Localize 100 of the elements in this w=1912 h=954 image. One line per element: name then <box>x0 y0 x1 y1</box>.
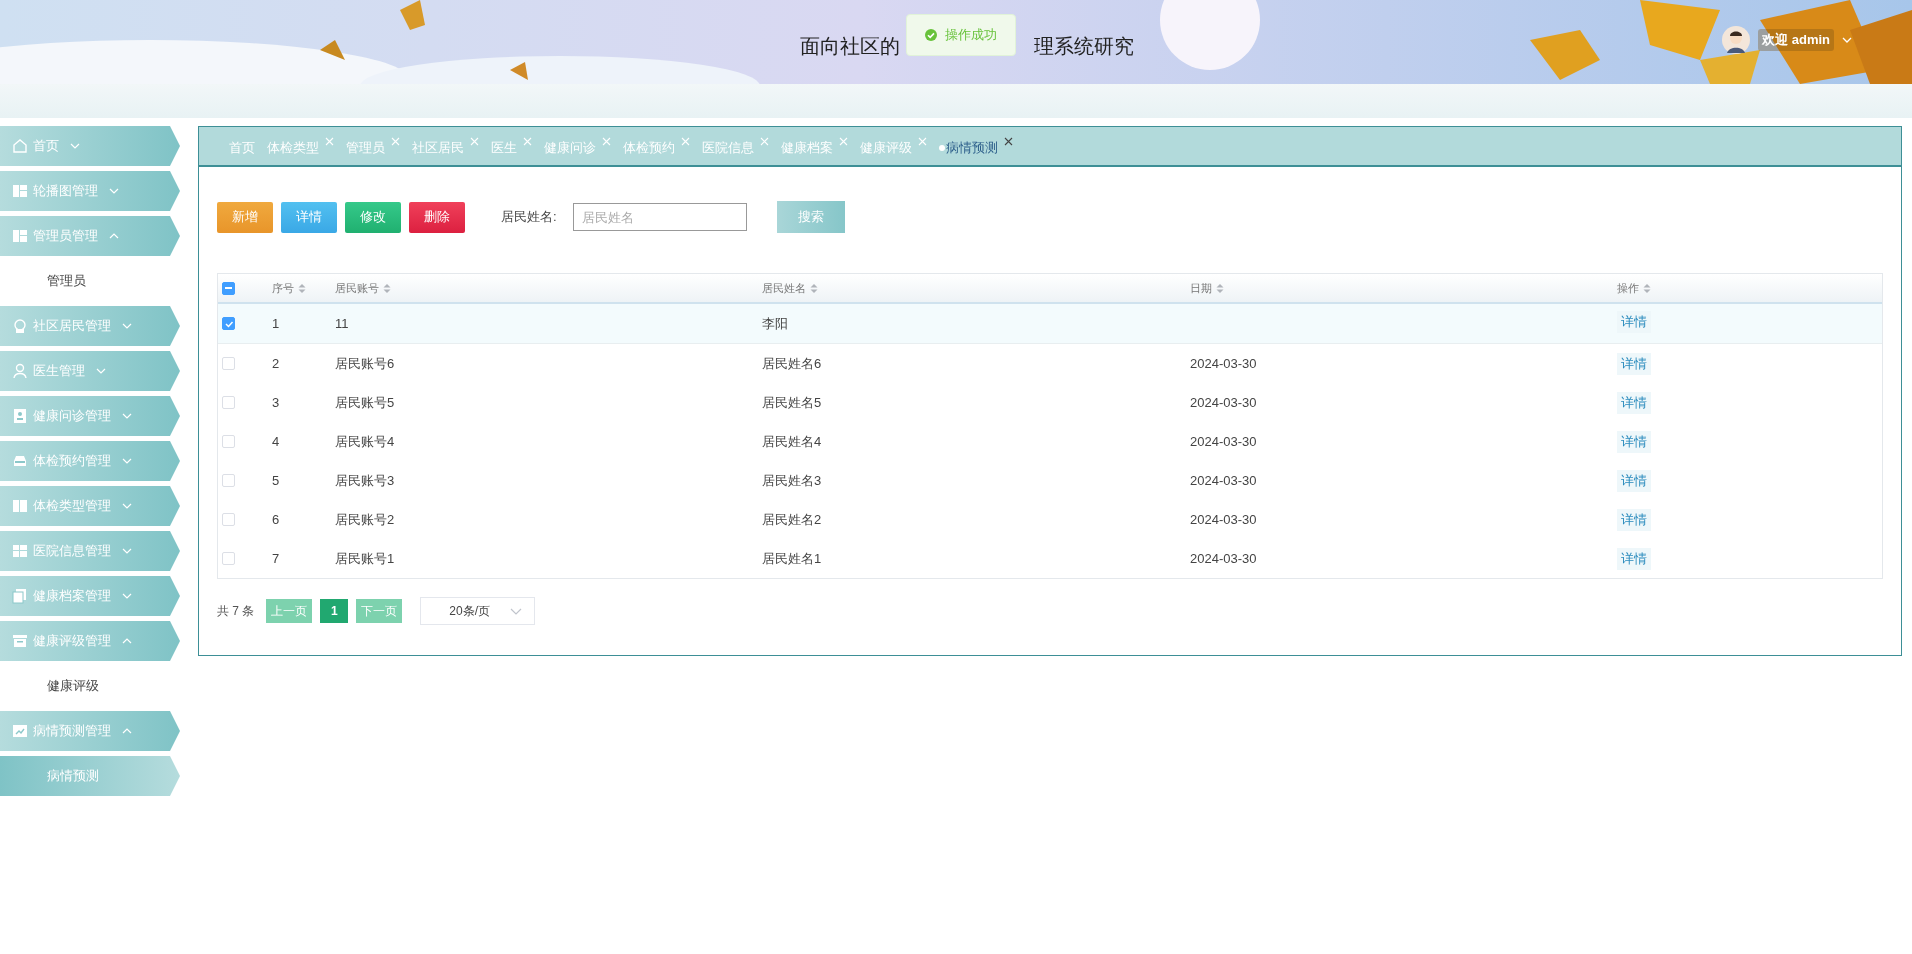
menu-icon <box>12 408 28 424</box>
tab[interactable]: 医院信息 <box>702 135 769 157</box>
table-cell: 5 <box>272 473 280 488</box>
menu-icon <box>12 498 28 514</box>
chevron-down-icon <box>122 592 132 600</box>
select-all-checkbox[interactable] <box>222 281 235 295</box>
search-button[interactable]: 搜索 <box>776 201 845 233</box>
table-cell: 2024-03-30 <box>1190 473 1257 488</box>
menu-item[interactable]: 社区居民管理 <box>0 306 180 346</box>
menu-icon <box>12 183 28 199</box>
active-dot-icon <box>939 144 945 151</box>
column-header[interactable]: 日期 <box>1190 280 1212 296</box>
column-header[interactable]: 居民姓名 <box>762 280 806 296</box>
menu-icon <box>12 723 28 739</box>
chevron-down-icon <box>510 607 523 615</box>
page-size-select[interactable]: 20条/页 <box>420 597 536 625</box>
menu-item[interactable]: 体检预约管理 <box>0 441 180 481</box>
menu-item[interactable]: 医生管理 <box>0 351 180 391</box>
detail-link[interactable]: 详情 <box>1617 310 1651 333</box>
menu-item[interactable]: 管理员管理 <box>0 216 180 256</box>
delete-button[interactable]: 删除 <box>409 201 465 233</box>
submenu-item[interactable]: 健康评级 <box>0 666 180 706</box>
menu-label: 健康评级管理 <box>33 632 111 650</box>
menu-item[interactable]: 病情预测管理 <box>0 711 180 751</box>
menu-item[interactable]: 首页 <box>0 126 180 166</box>
menu-icon <box>12 318 28 334</box>
prev-page-button[interactable]: 上一页 <box>266 599 313 623</box>
sort-icon <box>810 283 818 293</box>
chevron-up-icon <box>109 232 119 240</box>
page-number[interactable]: 1 <box>320 599 349 623</box>
sort-icon <box>1643 283 1651 293</box>
chevron-down-icon <box>109 187 119 195</box>
table-cell: 4 <box>272 434 280 449</box>
edit-button[interactable]: 修改 <box>345 201 401 233</box>
menu-item[interactable]: 健康评级管理 <box>0 621 180 661</box>
detail-link[interactable]: 详情 <box>1617 391 1651 414</box>
table-cell: 7 <box>272 551 280 566</box>
submenu-item[interactable]: 管理员 <box>0 261 180 301</box>
tab[interactable]: 病情预测 <box>939 135 1013 157</box>
tab[interactable]: 医生 <box>491 135 532 157</box>
next-page-button[interactable]: 下一页 <box>356 599 403 623</box>
table-cell: 居民姓名1 <box>762 549 822 568</box>
table-cell: 1 <box>272 316 280 331</box>
table-cell: 居民姓名4 <box>762 432 822 451</box>
chevron-down-icon <box>122 322 132 330</box>
tab[interactable]: 管理员 <box>346 135 400 157</box>
menu-label: 社区居民管理 <box>33 317 111 335</box>
add-button[interactable]: 新增 <box>217 201 273 233</box>
search-field[interactable]: 居民姓名 <box>572 203 747 231</box>
sort-icon <box>298 283 306 293</box>
table-cell: 2024-03-30 <box>1190 356 1257 371</box>
chevron-up-icon <box>122 727 132 735</box>
detail-button[interactable]: 详情 <box>281 201 337 233</box>
table-cell: 6 <box>272 512 280 527</box>
tab[interactable]: 体检预约 <box>623 135 690 157</box>
table-cell: 居民姓名5 <box>762 393 822 412</box>
chevron-down-icon <box>122 547 132 555</box>
sort-icon <box>1216 283 1224 293</box>
menu-label: 健康档案管理 <box>33 587 111 605</box>
column-header[interactable]: 序号 <box>272 280 294 296</box>
table-cell: 居民姓名2 <box>762 510 822 529</box>
menu-item[interactable]: 体检类型管理 <box>0 486 180 526</box>
avatar-icon <box>1722 26 1751 54</box>
submenu-item[interactable]: 病情预测 <box>0 756 180 796</box>
menu-label: 医生管理 <box>33 362 85 380</box>
chevron-up-icon <box>122 637 132 645</box>
tab[interactable]: 健康档案 <box>781 135 848 157</box>
total-count: 共 7 条 <box>217 602 255 620</box>
table-cell: 居民账号6 <box>335 354 395 373</box>
detail-link[interactable]: 详情 <box>1617 508 1651 531</box>
tab[interactable]: 体检类型 <box>267 135 334 157</box>
menu-item[interactable]: 医院信息管理 <box>0 531 180 571</box>
tab[interactable]: 健康问诊 <box>544 135 611 157</box>
column-header[interactable]: 操作 <box>1617 280 1639 296</box>
table-cell: 居民账号4 <box>335 432 395 451</box>
row-checkbox[interactable] <box>222 317 235 330</box>
table-cell: 居民姓名6 <box>762 354 822 373</box>
tab[interactable]: 首页 <box>229 135 255 157</box>
menu-item[interactable]: 轮播图管理 <box>0 171 180 211</box>
detail-link[interactable]: 详情 <box>1617 430 1651 453</box>
table-cell: 居民账号5 <box>335 393 395 412</box>
menu-icon <box>12 363 28 379</box>
detail-link[interactable]: 详情 <box>1617 352 1651 375</box>
table-cell: 3 <box>272 395 280 410</box>
detail-link[interactable]: 详情 <box>1617 469 1651 492</box>
chevron-down-icon <box>122 412 132 420</box>
menu-icon <box>12 543 28 559</box>
chevron-down-icon <box>96 367 106 375</box>
table-cell: 李阳 <box>762 314 788 333</box>
table-cell: 居民账号3 <box>335 471 395 490</box>
menu-item[interactable]: 健康档案管理 <box>0 576 180 616</box>
column-header[interactable]: 居民账号 <box>335 280 379 296</box>
table-cell: 居民账号2 <box>335 510 395 529</box>
chevron-down-icon <box>1842 37 1852 43</box>
detail-link[interactable]: 详情 <box>1617 547 1651 570</box>
menu-label: 体检预约管理 <box>33 452 111 470</box>
menu-item[interactable]: 健康问诊管理 <box>0 396 180 436</box>
tab[interactable]: 健康评级 <box>860 135 927 157</box>
tab[interactable]: 社区居民 <box>412 135 479 157</box>
table-cell: 2024-03-30 <box>1190 434 1257 449</box>
